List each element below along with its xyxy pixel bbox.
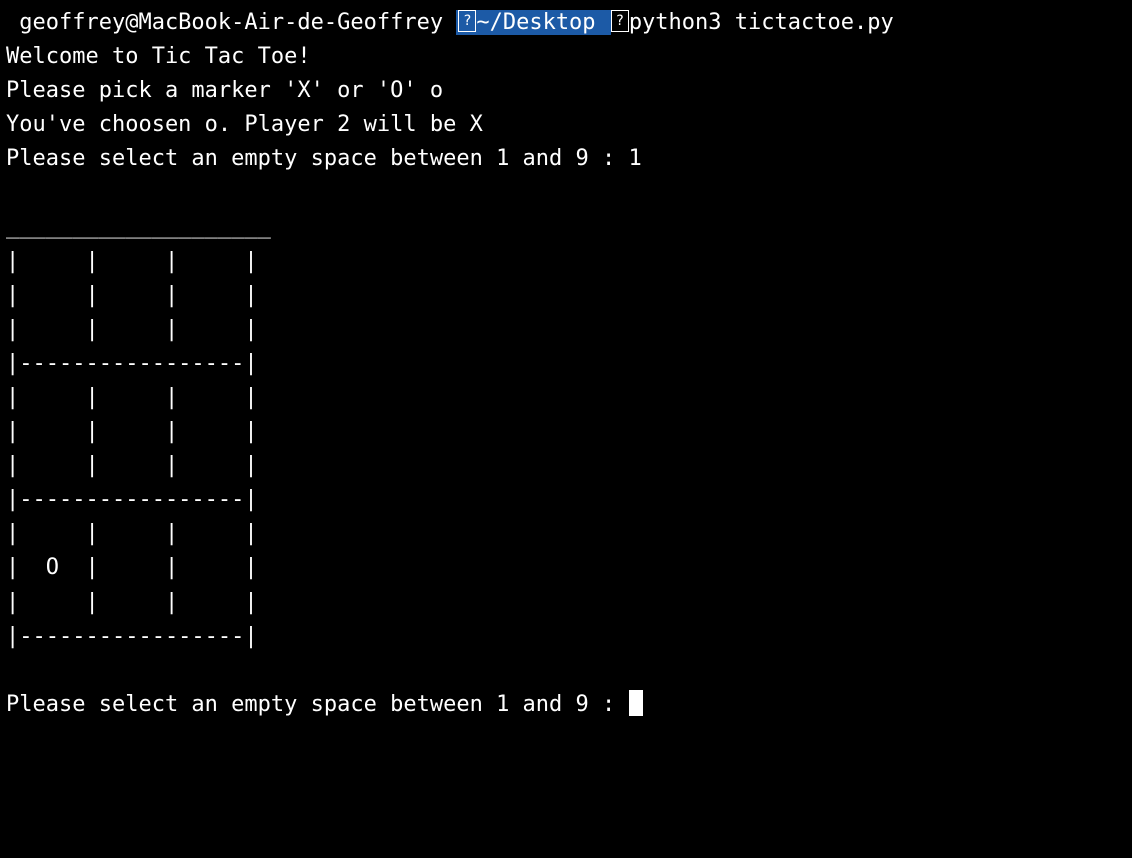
terminal-cursor[interactable] (629, 690, 643, 716)
board-row-3c: | | | | (6, 586, 1126, 620)
board-separator-3: |-----------------| (6, 620, 1126, 654)
board-row-2c: | | | | (6, 449, 1126, 483)
board-row-2a: | | | | (6, 381, 1126, 415)
output-chosen: You've choosen o. Player 2 will be X (6, 108, 1126, 142)
board-top-border: ____________________ (6, 210, 1126, 244)
blank-line (6, 176, 1126, 210)
shell-prompt-line: geoffrey@MacBook-Air-de-Geoffrey ?~/Desk… (6, 6, 1126, 40)
board-row-1b: | | | | (6, 279, 1126, 313)
prompt-command-segment: ?python3 tictactoe.py (611, 10, 894, 35)
prompt-command: python3 tictactoe.py (629, 10, 894, 35)
input-prompt-text: Please select an empty space between 1 a… (6, 692, 629, 717)
prompt-user-host: geoffrey@MacBook-Air-de-Geoffrey (6, 10, 456, 35)
output-pick-marker: Please pick a marker 'X' or 'O' o (6, 74, 1126, 108)
board-separator-2: |-----------------| (6, 483, 1126, 517)
board-row-1c: | | | | (6, 313, 1126, 347)
board-separator-1: |-----------------| (6, 347, 1126, 381)
output-welcome: Welcome to Tic Tac Toe! (6, 40, 1126, 74)
board-row-1a: | | | | (6, 245, 1126, 279)
input-prompt-line[interactable]: Please select an empty space between 1 a… (6, 688, 1126, 722)
board-row-2b: | | | | (6, 415, 1126, 449)
folder-icon: ? (458, 10, 476, 32)
blank-line (6, 654, 1126, 688)
board-row-3b: | O | | | (6, 551, 1126, 585)
board-row-3a: | | | | (6, 517, 1126, 551)
prompt-path-segment: ?~/Desktop (456, 10, 610, 35)
prompt-separator-icon: ? (611, 10, 629, 32)
output-select-1: Please select an empty space between 1 a… (6, 142, 1126, 176)
prompt-path: ~/Desktop (476, 10, 595, 35)
